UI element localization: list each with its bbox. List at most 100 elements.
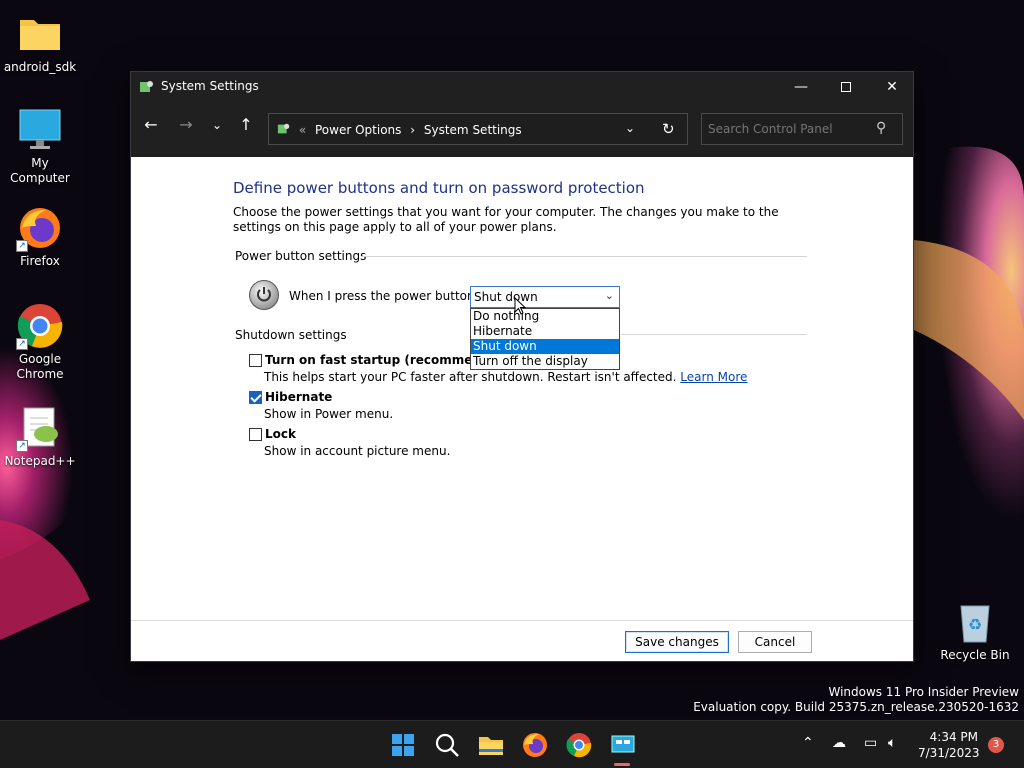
hibernate-label[interactable]: Hibernate <box>265 390 332 404</box>
desktop-icon-label: Google Chrome <box>16 352 64 381</box>
search-box[interactable]: ⚲ <box>701 113 903 145</box>
desktop-icon-label: Recycle Bin <box>940 648 1010 662</box>
recent-locations-button[interactable]: ⌄ <box>205 113 229 137</box>
firefox-icon: ↗ <box>16 204 64 252</box>
divider <box>621 334 807 335</box>
power-button-settings-label: Power button settings <box>235 249 367 263</box>
select-value: Shut down <box>474 290 538 304</box>
address-dropdown-chevron-icon[interactable]: ⌄ <box>625 121 635 135</box>
up-button[interactable]: ↑ <box>234 113 258 137</box>
system-settings-window: System Settings — ✕ ← → ⌄ ↑ « Power Opti… <box>130 71 914 662</box>
fast-startup-checkbox[interactable] <box>249 354 262 367</box>
close-icon: ✕ <box>886 79 898 95</box>
file-explorer-icon[interactable] <box>477 731 505 759</box>
desktop-icon-label: Firefox <box>20 254 60 268</box>
watermark-build: Evaluation copy. Build 25375.zn_release.… <box>693 700 1019 714</box>
fast-startup-help-text: This helps start your PC faster after sh… <box>264 370 677 384</box>
desktop-icon-label: My Computer <box>10 156 70 185</box>
power-button-action-label: When I press the power button: <box>289 289 479 303</box>
show-hidden-icons-chevron-up-icon[interactable]: ⌃ <box>802 735 814 751</box>
cancel-button[interactable]: Cancel <box>738 631 812 653</box>
start-windows-icon[interactable] <box>389 731 417 759</box>
desktop-icon-android-sdk[interactable]: android_sdk <box>0 10 80 75</box>
arrow-left-icon: ← <box>144 115 158 134</box>
firefox-icon[interactable] <box>521 731 549 759</box>
hibernate-description: Show in Power menu. <box>264 407 394 421</box>
search-icon[interactable]: ⚲ <box>876 120 886 136</box>
folder-icon <box>16 10 64 58</box>
fast-startup-description: This helps start your PC faster after sh… <box>264 370 747 384</box>
control-panel-taskbar-icon[interactable] <box>609 731 637 759</box>
shortcut-arrow-icon: ↗ <box>16 440 28 452</box>
learn-more-link[interactable]: Learn More <box>680 370 747 384</box>
shutdown-settings-label: Shutdown settings <box>235 328 347 342</box>
arrow-right-icon: → <box>179 115 193 134</box>
search-icon[interactable] <box>433 731 461 759</box>
clock-time: 4:34 PM <box>929 730 978 744</box>
window-title: System Settings <box>161 79 259 93</box>
breadcrumb-power-options[interactable]: Power Options <box>315 123 401 137</box>
address-overflow[interactable]: « <box>299 123 306 137</box>
option-do-nothing[interactable]: Do nothing <box>471 309 619 324</box>
option-shut-down[interactable]: Shut down <box>471 339 619 354</box>
window-footer: Save changes Cancel <box>131 620 913 661</box>
chevron-down-icon: ⌄ <box>211 118 223 132</box>
desktop-icon-firefox[interactable]: ↗ Firefox <box>0 204 80 269</box>
shortcut-arrow-icon: ↗ <box>16 338 28 350</box>
power-button-action-select[interactable]: Shut down ⌄ <box>470 286 620 308</box>
address-bar[interactable]: « Power Options › System Settings ⌄ ↻ <box>268 113 688 145</box>
minimize-icon: — <box>794 79 808 95</box>
desktop-icon-my-computer[interactable]: My Computer <box>0 106 80 186</box>
desktop-icon-label: android_sdk <box>3 60 77 74</box>
arrow-up-icon: ↑ <box>239 115 253 134</box>
refresh-icon[interactable]: ↻ <box>662 120 675 138</box>
forward-button[interactable]: → <box>174 113 198 137</box>
back-button[interactable]: ← <box>139 113 163 137</box>
desktop-icon-label: Notepad++ <box>4 454 76 468</box>
save-changes-button[interactable]: Save changes <box>625 631 729 653</box>
content-area: Define power buttons and turn on passwor… <box>131 157 913 621</box>
chrome-icon[interactable] <box>565 731 593 759</box>
maximize-icon <box>841 82 851 92</box>
taskbar: ⌃ ☁ ▭ 🔈︎ 4:34 PM 7/31/2023 3 <box>0 720 1024 768</box>
shortcut-arrow-icon: ↗ <box>16 240 28 252</box>
mouse-cursor-icon <box>514 297 526 315</box>
lock-label[interactable]: Lock <box>265 427 296 441</box>
lock-checkbox[interactable] <box>249 428 262 441</box>
desktop-icon-recycle-bin[interactable]: ♻ Recycle Bin <box>935 598 1015 663</box>
taskbar-clock[interactable]: 4:34 PM 7/31/2023 <box>918 729 980 761</box>
divider <box>361 256 807 257</box>
hibernate-checkbox[interactable] <box>249 391 262 404</box>
watermark-edition: Windows 11 Pro Insider Preview <box>828 685 1019 699</box>
notification-badge[interactable]: 3 <box>988 737 1004 753</box>
chrome-icon: ↗ <box>16 302 64 350</box>
control-panel-icon <box>277 123 290 134</box>
recycle-bin-icon: ♻ <box>951 598 999 646</box>
power-button-action-dropdown: Do nothing Hibernate Shut down Turn off … <box>470 308 620 370</box>
page-title: Define power buttons and turn on passwor… <box>233 179 645 197</box>
window-titlebar[interactable]: System Settings — ✕ <box>131 72 913 102</box>
power-icon <box>249 280 279 310</box>
maximize-button[interactable] <box>823 72 869 102</box>
minimize-button[interactable]: — <box>778 72 824 102</box>
chevron-down-icon: ⌄ <box>604 289 614 302</box>
breadcrumb-separator: › <box>410 123 416 137</box>
breadcrumb-system-settings[interactable]: System Settings <box>424 123 522 137</box>
monitor-icon <box>16 106 64 154</box>
page-description: Choose the power settings that you want … <box>233 205 779 234</box>
clock-date: 7/31/2023 <box>918 746 980 760</box>
option-hibernate[interactable]: Hibernate <box>471 324 619 339</box>
evaluation-watermark: Windows 11 Pro Insider Preview Evaluatio… <box>693 685 1019 715</box>
search-input[interactable] <box>708 122 868 136</box>
onedrive-offline-icon[interactable]: ☁ <box>832 735 846 751</box>
desktop-icon-notepad-plus-plus[interactable]: ↗ Notepad++ <box>0 404 80 469</box>
desktop-icon-google-chrome[interactable]: ↗ Google Chrome <box>0 302 80 382</box>
option-turn-off-display[interactable]: Turn off the display <box>471 354 619 369</box>
active-app-indicator <box>614 763 630 766</box>
lock-description: Show in account picture menu. <box>264 444 451 458</box>
network-icon[interactable]: ▭ <box>864 735 877 751</box>
volume-icon[interactable]: 🔈︎ <box>888 735 896 751</box>
close-button[interactable]: ✕ <box>869 72 915 102</box>
control-panel-icon <box>140 81 153 92</box>
notepad-plus-plus-icon: ↗ <box>16 404 64 452</box>
